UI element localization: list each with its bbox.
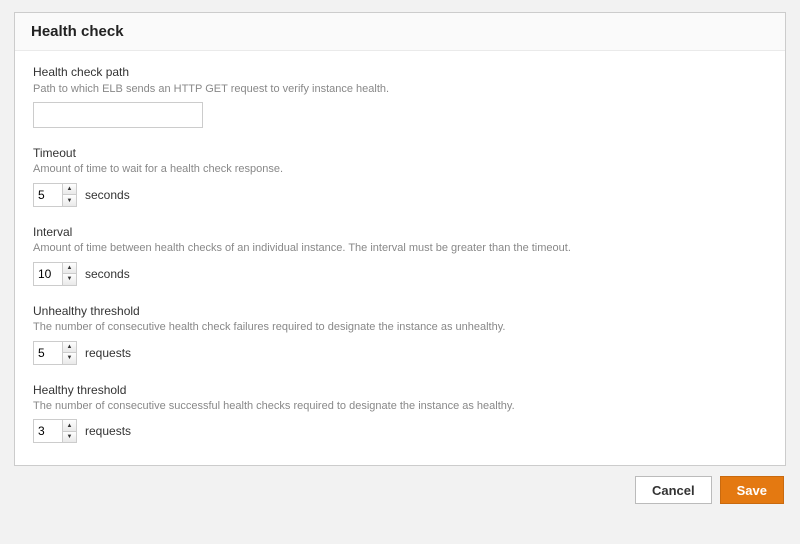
field-healthy-threshold: Healthy threshold The number of consecut… [33, 383, 767, 444]
healthy-input-row: ▲ ▼ requests [33, 419, 131, 443]
interval-value-input[interactable] [34, 263, 62, 285]
field-label: Unhealthy threshold [33, 304, 767, 320]
unhealthy-stepper[interactable]: ▲ ▼ [33, 341, 77, 365]
panel-body: Health check path Path to which ELB send… [15, 51, 785, 465]
healthy-value-input[interactable] [34, 420, 62, 442]
cancel-button[interactable]: Cancel [635, 476, 712, 504]
field-desc: The number of consecutive health check f… [33, 320, 767, 334]
panel-title: Health check [31, 23, 769, 40]
timeout-up-button[interactable]: ▲ [63, 184, 76, 196]
unhealthy-spinner: ▲ ▼ [62, 342, 76, 364]
field-label: Timeout [33, 146, 767, 162]
healthy-unit: requests [85, 424, 131, 438]
field-health-check-path: Health check path Path to which ELB send… [33, 65, 767, 128]
timeout-input-row: ▲ ▼ seconds [33, 183, 130, 207]
page: Health check Health check path Path to w… [0, 0, 800, 522]
timeout-spinner: ▲ ▼ [62, 184, 76, 206]
unhealthy-up-button[interactable]: ▲ [63, 342, 76, 354]
field-desc: The number of consecutive successful hea… [33, 399, 767, 413]
interval-unit: seconds [85, 267, 130, 281]
unhealthy-value-input[interactable] [34, 342, 62, 364]
field-label: Health check path [33, 65, 767, 81]
healthy-up-button[interactable]: ▲ [63, 420, 76, 432]
interval-up-button[interactable]: ▲ [63, 263, 76, 275]
healthy-spinner: ▲ ▼ [62, 420, 76, 442]
button-bar: Cancel Save [14, 466, 786, 508]
timeout-down-button[interactable]: ▼ [63, 195, 76, 206]
interval-down-button[interactable]: ▼ [63, 274, 76, 285]
save-button[interactable]: Save [720, 476, 784, 504]
field-desc: Amount of time to wait for a health chec… [33, 162, 767, 176]
interval-stepper[interactable]: ▲ ▼ [33, 262, 77, 286]
unhealthy-unit: requests [85, 346, 131, 360]
interval-spinner: ▲ ▼ [62, 263, 76, 285]
health-check-path-input[interactable] [33, 102, 203, 128]
unhealthy-input-row: ▲ ▼ requests [33, 341, 131, 365]
panel-header: Health check [15, 13, 785, 51]
healthy-down-button[interactable]: ▼ [63, 432, 76, 443]
timeout-stepper[interactable]: ▲ ▼ [33, 183, 77, 207]
field-desc: Path to which ELB sends an HTTP GET requ… [33, 82, 767, 96]
field-timeout: Timeout Amount of time to wait for a hea… [33, 146, 767, 207]
interval-input-row: ▲ ▼ seconds [33, 262, 130, 286]
field-interval: Interval Amount of time between health c… [33, 225, 767, 286]
health-check-panel: Health check Health check path Path to w… [14, 12, 786, 466]
timeout-unit: seconds [85, 188, 130, 202]
timeout-value-input[interactable] [34, 184, 62, 206]
field-label: Healthy threshold [33, 383, 767, 399]
healthy-stepper[interactable]: ▲ ▼ [33, 419, 77, 443]
field-label: Interval [33, 225, 767, 241]
field-unhealthy-threshold: Unhealthy threshold The number of consec… [33, 304, 767, 365]
unhealthy-down-button[interactable]: ▼ [63, 353, 76, 364]
field-desc: Amount of time between health checks of … [33, 241, 767, 255]
